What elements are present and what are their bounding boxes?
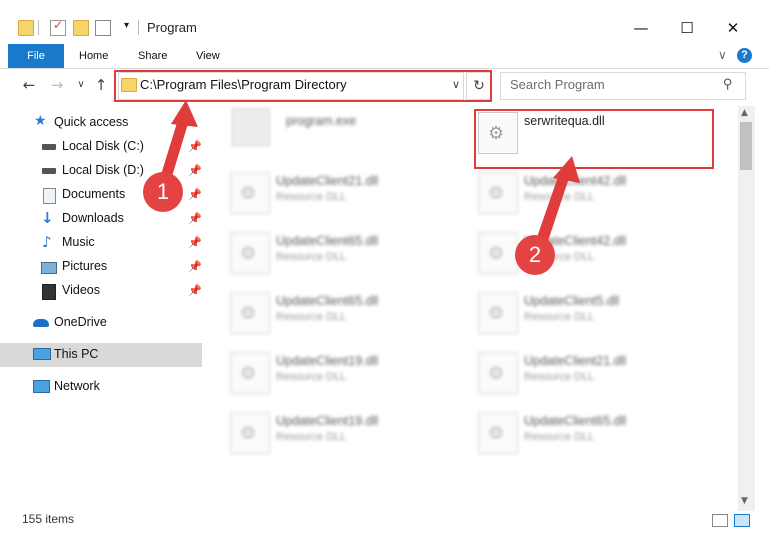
annotation-arrows <box>160 100 580 250</box>
scrollbar-thumb[interactable] <box>740 122 752 170</box>
large-icons-view-icon[interactable] <box>734 514 750 527</box>
details-view-icon[interactable] <box>712 514 728 527</box>
step-badge-2: 2 <box>515 235 555 275</box>
arrow-1 <box>160 100 198 183</box>
scroll-down-icon[interactable]: ▼ <box>741 496 748 506</box>
step-badge-1: 1 <box>143 172 183 212</box>
status-item-count: 155 items <box>22 512 75 526</box>
scroll-up-icon[interactable]: ▲ <box>741 108 748 118</box>
